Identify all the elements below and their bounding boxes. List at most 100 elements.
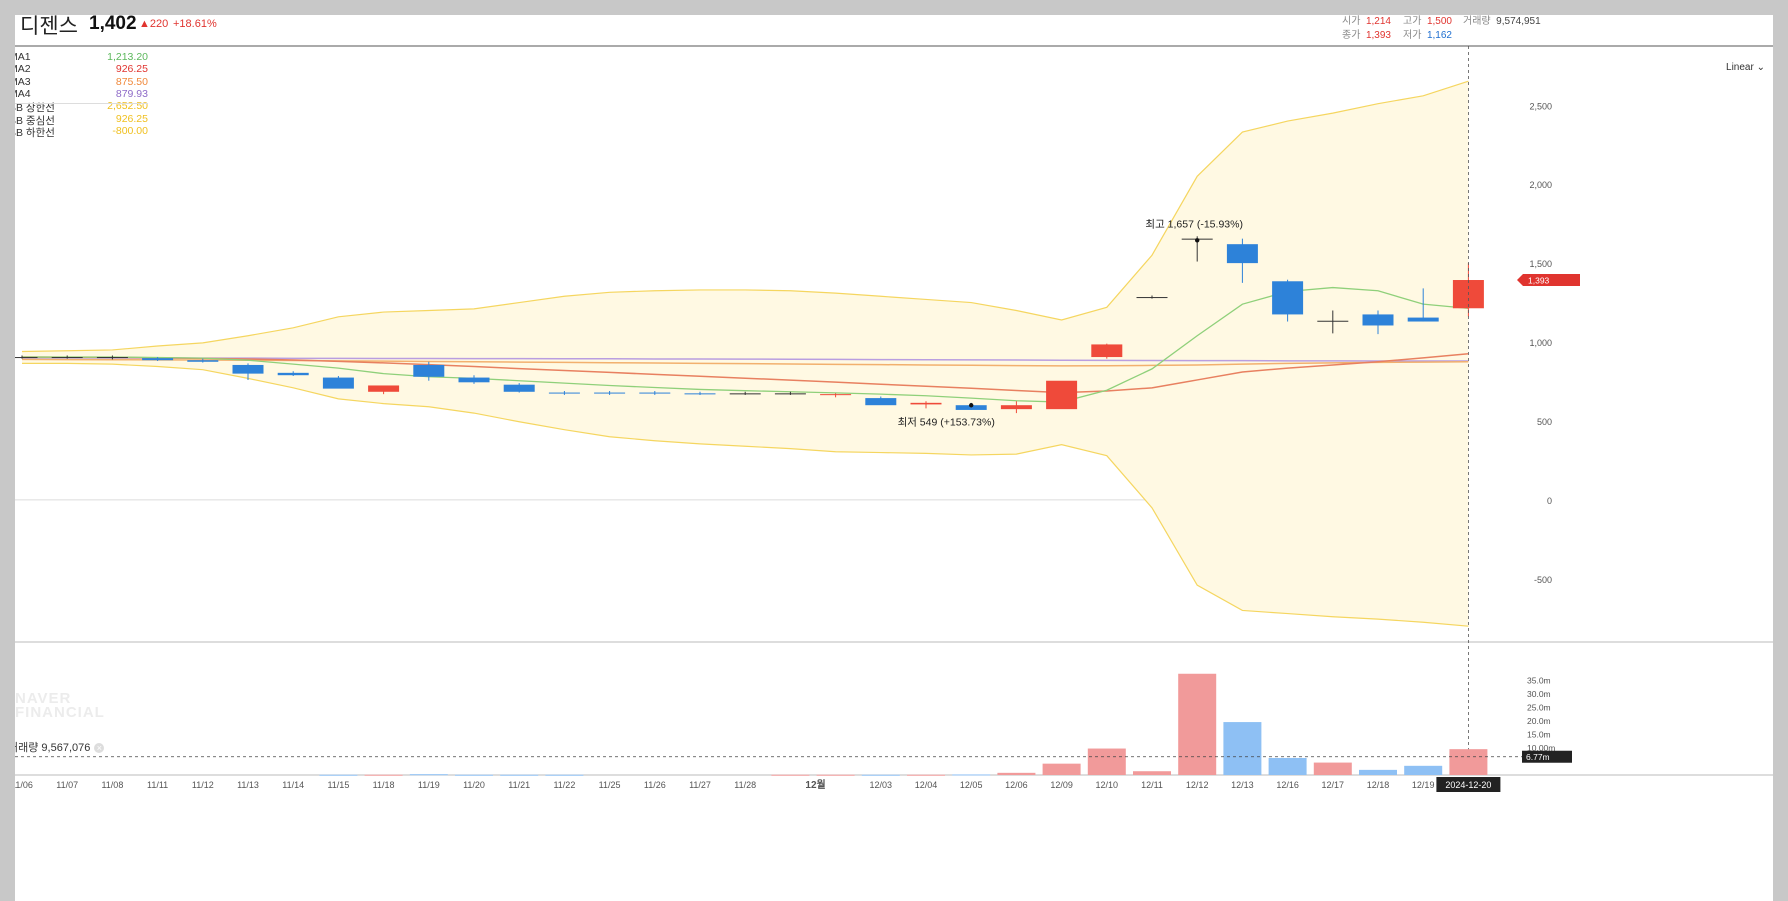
volume-bar — [907, 774, 945, 776]
volume-bar — [952, 774, 991, 776]
candle-body — [322, 377, 354, 389]
close-icon[interactable]: × — [94, 743, 105, 753]
candle-body — [142, 358, 174, 361]
x-tick-label: 12/12 — [1186, 780, 1209, 790]
x-tick-label: 11/28 — [734, 780, 756, 790]
x-tick-label: 11/22 — [553, 780, 575, 790]
x-tick-label: 12/03 — [870, 780, 893, 790]
candle-body — [413, 364, 445, 377]
volume-bar — [1404, 765, 1443, 775]
candle-body — [639, 392, 671, 394]
legend-label: MA4 — [15, 87, 31, 100]
x-tick-label: 11/25 — [599, 780, 621, 790]
x-tick-label: 12/19 — [1412, 780, 1435, 790]
candle-body — [865, 398, 897, 406]
x-tick-label: 11/06 — [15, 780, 33, 790]
y-tick-label: 2,500 — [1529, 101, 1552, 111]
y-tick-label: 500 — [1537, 417, 1552, 427]
candle-body — [1046, 380, 1078, 410]
y-tick-label: 1,000 — [1529, 338, 1552, 348]
legend-label: MA3 — [15, 75, 31, 88]
x-tick-label: 12월 — [805, 779, 825, 791]
legend-item: MA3 875.50 — [15, 76, 148, 88]
date-tag-label: 2024-12-20 — [1445, 780, 1491, 790]
volume-bar — [861, 774, 900, 776]
legend-value: 1,213.20 — [107, 51, 148, 63]
stock-chart[interactable]: 최고 1,657 (-15.93%) 최저 549 (+153.73%) -500 0… — [15, 15, 1773, 901]
legend-value: 926.25 — [115, 112, 148, 125]
candle-body — [1000, 405, 1032, 410]
volume-bar — [1359, 769, 1397, 775]
x-tick-label: 12/13 — [1231, 780, 1254, 790]
volume-tick-label: 25.0m — [1527, 703, 1551, 713]
y-tick-label: 2,000 — [1529, 180, 1552, 190]
x-tick-label: 11/11 — [147, 780, 168, 790]
candle — [322, 375, 354, 389]
price-change-pct: +18.61% — [173, 18, 217, 30]
volume-bar — [1042, 763, 1081, 775]
volume-bar — [1268, 757, 1307, 775]
candle-body — [729, 393, 761, 395]
candle-body — [594, 392, 626, 394]
candle-body — [277, 372, 309, 376]
x-tick-label: 11/15 — [327, 780, 349, 790]
x-tick-label: 12/06 — [1005, 780, 1028, 790]
x-tick-label: 11/07 — [56, 780, 78, 790]
x-tick-label: 11/08 — [101, 780, 123, 790]
price-tag-label: 1,393 — [1528, 276, 1550, 286]
low-annotation: 최저 549 (+153.73%) — [898, 416, 995, 428]
candle-body — [1362, 314, 1394, 326]
x-tick-label: 11/27 — [689, 780, 711, 790]
candle-body — [1317, 320, 1349, 322]
candle-body — [96, 357, 128, 359]
high-marker — [1195, 238, 1200, 243]
legend-divider — [15, 103, 148, 104]
volume-bar — [997, 772, 1036, 775]
volume-tag-label: 6.77m — [1526, 752, 1550, 762]
candle-body — [232, 364, 264, 374]
volume-bar — [1223, 722, 1262, 775]
volume-bar — [816, 774, 855, 776]
current-price: 1,402 — [89, 15, 137, 34]
y-tick-label: -500 — [1534, 575, 1552, 585]
x-tick-label: 12/05 — [960, 780, 983, 790]
x-tick-label: 12/10 — [1096, 780, 1119, 790]
legend-label: MA1 — [15, 51, 31, 63]
low-marker — [969, 403, 974, 408]
volume-title: 거래량 9,567,076 × — [15, 739, 105, 755]
volume-bar — [364, 774, 403, 776]
candle-body — [368, 385, 400, 392]
volume-bar — [771, 774, 810, 776]
y-tick-label: 1,500 — [1529, 259, 1552, 269]
legend-value: 879.93 — [115, 87, 148, 100]
candle — [1091, 343, 1123, 359]
volume-bar — [545, 774, 584, 776]
legend-value: 2,652.50 — [107, 100, 148, 113]
x-tick-label: 12/17 — [1322, 780, 1345, 790]
ohlc-volume: 거래량 9,574,951 — [1463, 16, 1541, 27]
volume-tick-label: 15.0m — [1527, 730, 1551, 740]
legend-value: -800.00 — [112, 124, 148, 137]
volume-bar — [1313, 762, 1352, 775]
candle-body — [820, 394, 852, 396]
volume-bar — [319, 774, 358, 776]
ohlc-low: 저가 1,162 — [1403, 30, 1452, 41]
volume-bar — [1449, 749, 1488, 775]
legend-item: BB 하한선 -800.00 — [15, 125, 148, 140]
x-tick-label: 11/12 — [192, 780, 214, 790]
candle — [1046, 380, 1078, 410]
legend-item: MA4 879.93 — [15, 88, 148, 100]
naver-financial-watermark: NAVER FINANCIAL — [15, 690, 105, 721]
x-tick-label: 11/18 — [373, 780, 395, 790]
x-tick-label: 12/09 — [1050, 780, 1073, 790]
x-tick-label: 11/26 — [644, 780, 666, 790]
volume-bar — [409, 774, 448, 776]
price-change: ▲220 — [139, 18, 169, 30]
volume-bar — [1133, 771, 1171, 775]
legend-label: BB 하한선 — [15, 126, 55, 139]
x-tick-label: 12/04 — [915, 780, 938, 790]
candle-body — [1407, 317, 1439, 322]
legend-value: 875.50 — [115, 75, 148, 88]
x-tick-label: 12/11 — [1141, 780, 1163, 790]
scale-mode-dropdown[interactable]: Linear ⌄ — [1726, 62, 1765, 73]
